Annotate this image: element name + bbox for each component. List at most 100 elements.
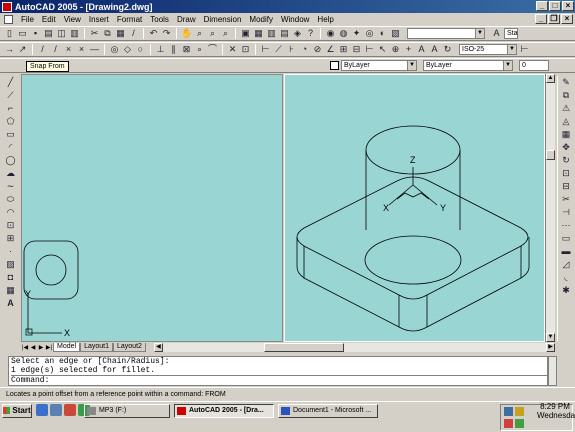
snap-node-icon[interactable]: ∘ <box>194 44 205 55</box>
right-viewport[interactable]: Z X Y <box>284 74 545 342</box>
dim-radius-icon[interactable]: ◔ <box>299 44 310 55</box>
markup-icon[interactable]: ◈ <box>292 28 303 39</box>
snap-insert-icon[interactable]: ⊠ <box>181 44 192 55</box>
hatch-icon[interactable]: ▨ <box>5 258 16 270</box>
autocad-app-icon[interactable] <box>2 1 12 12</box>
dim-ordinate-icon[interactable]: ⊦ <box>286 44 297 55</box>
array-icon[interactable]: ▦ <box>561 128 572 140</box>
match-properties-icon[interactable]: / <box>128 28 139 39</box>
help-icon[interactable]: ? <box>305 28 316 39</box>
scale-icon[interactable]: ⊡ <box>561 167 572 179</box>
mirror-icon[interactable]: ⚠ <box>561 102 572 114</box>
start-button[interactable]: Start <box>2 404 32 418</box>
print-icon[interactable]: ▤ <box>43 28 54 39</box>
lights-icon[interactable]: ✦ <box>351 28 362 39</box>
media-icon[interactable] <box>64 404 76 416</box>
mapping-icon[interactable]: ◐ <box>377 28 388 39</box>
revision-cloud-icon[interactable]: ☁ <box>5 167 16 179</box>
preview-icon[interactable]: ◫ <box>56 28 67 39</box>
new-icon[interactable]: ▯ <box>4 28 15 39</box>
quick-dim-icon[interactable]: ⊞ <box>338 44 349 55</box>
center-mark-icon[interactable]: + <box>403 44 414 55</box>
redo-icon[interactable]: ↷ <box>161 28 172 39</box>
snap-endpoint-icon[interactable]: / <box>37 44 48 55</box>
dim-text-edit-icon[interactable]: A <box>429 44 440 55</box>
dim-edit-icon[interactable]: A <box>416 44 427 55</box>
zoom-realtime-icon[interactable]: ⌕ <box>194 28 205 39</box>
tab-first-arrow-icon[interactable]: |◀ <box>21 344 29 352</box>
dim-style-combo[interactable]: ISO-25 ▼ <box>459 44 517 55</box>
snap-apparent-icon[interactable]: × <box>76 44 87 55</box>
menu-help[interactable]: Help <box>313 15 337 24</box>
scene-icon[interactable]: ◍ <box>338 28 349 39</box>
snap-tangent-icon[interactable]: ○ <box>135 44 146 55</box>
text-style-combo[interactable]: Sta <box>504 28 518 39</box>
rectangle-icon[interactable]: ▭ <box>5 128 16 140</box>
zoom-previous-icon[interactable]: ⌕ <box>220 28 231 39</box>
scroll-up-arrow-icon[interactable]: ▲ <box>546 74 555 83</box>
point-icon[interactable]: · <box>5 245 16 257</box>
vertical-scrollbar[interactable]: ▲ ▼ <box>545 74 555 342</box>
materials-icon[interactable]: ◎ <box>364 28 375 39</box>
snap-center-icon[interactable]: ◎ <box>109 44 120 55</box>
copy-object-icon[interactable]: ⧉ <box>561 89 572 101</box>
task-mp3-drive[interactable]: MP3 (F:) <box>84 404 170 418</box>
offset-icon[interactable]: ◬ <box>561 115 572 127</box>
command-prompt[interactable]: Command: <box>11 375 547 385</box>
scroll-right-arrow-icon[interactable]: ▶ <box>546 343 555 352</box>
tab-last-arrow-icon[interactable]: ▶| <box>45 344 53 352</box>
menu-file[interactable]: File <box>17 15 38 24</box>
arc-icon[interactable]: ◜ <box>5 141 16 153</box>
cut-icon[interactable]: ✂ <box>89 28 100 39</box>
document-icon[interactable] <box>4 14 13 24</box>
tool-palettes-icon[interactable]: ▥ <box>266 28 277 39</box>
text-style-icon[interactable]: A <box>491 28 502 39</box>
scroll-down-arrow-icon[interactable]: ▼ <box>546 333 555 342</box>
menu-window[interactable]: Window <box>277 15 313 24</box>
task-word-document[interactable]: Document1 - Microsoft ... <box>278 404 378 418</box>
color-combo[interactable]: ByLayer ▼ <box>341 60 417 71</box>
open-icon[interactable]: ▭ <box>17 28 28 39</box>
chamfer-icon[interactable]: ◿ <box>561 258 572 270</box>
polyline-icon[interactable]: ⌐ <box>5 102 16 114</box>
break-at-point-icon[interactable]: ⋯ <box>561 219 572 231</box>
dim-angular-icon[interactable]: ∠ <box>325 44 336 55</box>
menu-insert[interactable]: Insert <box>85 15 113 24</box>
maximize-button[interactable]: □ <box>549 1 561 11</box>
tab-layout1[interactable]: Layout1 <box>80 343 113 352</box>
design-center-icon[interactable]: ▦ <box>253 28 264 39</box>
vertical-scroll-thumb[interactable] <box>546 150 555 160</box>
left-viewport[interactable]: Y X <box>21 74 283 342</box>
linetype-combo[interactable]: ByLayer ▼ <box>423 60 513 71</box>
minimize-button[interactable]: _ <box>536 1 548 11</box>
dim-style-icon[interactable]: ⊢ <box>519 44 530 55</box>
dim-update-icon[interactable]: ↻ <box>442 44 453 55</box>
dim-linear-icon[interactable]: ⊢ <box>260 44 271 55</box>
command-scrollbar[interactable] <box>548 356 557 386</box>
snap-quadrant-icon[interactable]: ◇ <box>122 44 133 55</box>
snap-intersection-icon[interactable]: × <box>63 44 74 55</box>
ie-icon[interactable] <box>36 404 48 416</box>
doc-close-button[interactable]: × <box>561 14 573 24</box>
menu-tools[interactable]: Tools <box>146 15 173 24</box>
tab-next-arrow-icon[interactable]: ▶ <box>37 344 45 352</box>
menu-format[interactable]: Format <box>113 15 146 24</box>
speaker-icon[interactable] <box>515 407 524 416</box>
doc-restore-button[interactable]: ❐ <box>548 14 560 24</box>
paste-icon[interactable]: ▦ <box>115 28 126 39</box>
command-window[interactable]: Select an edge or [Chain/Radius]: 1 edge… <box>8 356 548 386</box>
menu-edit[interactable]: Edit <box>38 15 60 24</box>
table-icon[interactable]: ▦ <box>5 284 16 296</box>
move-icon[interactable]: ✥ <box>561 141 572 153</box>
osnap-settings-icon[interactable]: ⊡ <box>240 44 251 55</box>
snap-parallel-icon[interactable]: ∥ <box>168 44 179 55</box>
close-button[interactable]: × <box>562 1 574 11</box>
stretch-icon[interactable]: ⊟ <box>561 180 572 192</box>
temp-track-icon[interactable]: → <box>4 44 15 55</box>
horizontal-scroll-thumb[interactable] <box>263 343 344 352</box>
render-icon[interactable]: ◉ <box>325 28 336 39</box>
publish-icon[interactable]: ▥ <box>69 28 80 39</box>
snap-perpendicular-icon[interactable]: ⊥ <box>155 44 166 55</box>
update-icon[interactable] <box>515 419 524 428</box>
menu-modify[interactable]: Modify <box>245 15 277 24</box>
